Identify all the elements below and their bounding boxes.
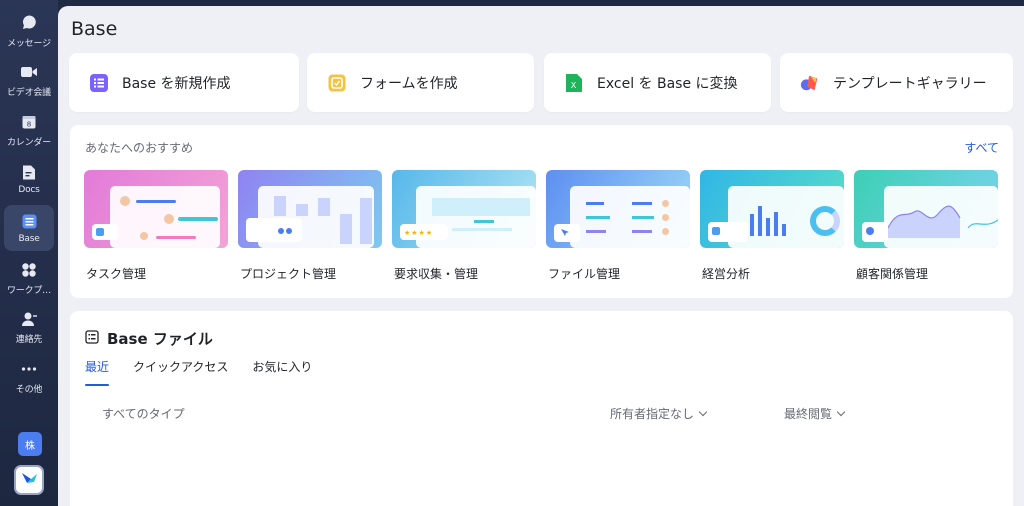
files-title: Base ファイル — [107, 330, 213, 348]
svg-text:X: X — [571, 81, 577, 90]
app-logo[interactable] — [14, 465, 44, 495]
convert-excel-button[interactable]: X Excel を Base に変換 — [544, 53, 771, 112]
template-gallery-button[interactable]: テンプレートギャラリー — [780, 53, 1013, 112]
page-title: Base — [71, 18, 118, 40]
org-badge[interactable]: 株 — [18, 432, 42, 456]
sort-dropdown[interactable]: 最終閲覧 — [784, 405, 846, 422]
sidebar-item-label: 連絡先 — [15, 334, 43, 345]
recommendations-title: あなたへのおすすめ — [85, 141, 194, 155]
more-icon — [20, 360, 38, 378]
quick-action-label: フォームを作成 — [360, 75, 458, 92]
main-content: Base Base を新規作成 フォームを作成 X Excel を Base に… — [58, 6, 1024, 506]
sidebar-item-calendar[interactable]: 8 カレンダー — [4, 107, 54, 153]
tab-recent[interactable]: 最近 — [85, 358, 110, 386]
template-name: 経営分析 — [702, 267, 751, 281]
type-filter[interactable]: すべてのタイプ — [102, 405, 185, 422]
docs-icon — [20, 163, 38, 181]
sidebar-item-label: ビデオ会議 — [6, 87, 51, 98]
sidebar: メッセージ ビデオ会議 8 カレンダー Docs Base ワークプ… 連絡先 — [0, 0, 58, 506]
type-filter-label: すべてのタイプ — [102, 407, 185, 421]
template-name: タスク管理 — [86, 267, 147, 281]
sidebar-item-contacts[interactable]: 連絡先 — [4, 304, 54, 350]
base-create-icon — [89, 73, 109, 93]
template-card-crm[interactable]: 顧客関係管理 — [854, 170, 998, 282]
files-header: Base ファイル — [85, 328, 213, 349]
files-tabs: 最近 クイックアクセス お気に入り — [85, 358, 336, 386]
sidebar-item-workplace[interactable]: ワークプ… — [4, 255, 54, 301]
sidebar-item-messages[interactable]: メッセージ — [4, 8, 54, 54]
sidebar-item-base[interactable]: Base — [4, 205, 54, 251]
sidebar-item-label: メッセージ — [7, 38, 51, 49]
workplace-icon — [20, 261, 38, 279]
quick-action-label: テンプレートギャラリー — [833, 75, 987, 92]
template-thumbnail — [700, 170, 844, 248]
sort-label: 最終閲覧 — [784, 407, 833, 421]
chevron-down-icon — [698, 407, 708, 417]
calendar-day: 8 — [27, 120, 31, 128]
sidebar-item-label: その他 — [15, 384, 43, 395]
sidebar-item-video[interactable]: ビデオ会議 — [4, 57, 54, 103]
owner-filter-dropdown[interactable]: 所有者指定なし — [610, 405, 708, 422]
template-thumbnail — [84, 170, 228, 248]
base-files-panel: Base ファイル 最近 クイックアクセス お気に入り すべてのタイプ 所有者指… — [70, 311, 1013, 506]
chat-icon — [20, 14, 38, 32]
sidebar-item-label: Base — [18, 234, 40, 244]
template-thumbnail — [238, 170, 382, 248]
template-card-analysis[interactable]: 経営分析 — [700, 170, 844, 282]
excel-icon: X — [564, 73, 584, 93]
sidebar-item-more[interactable]: その他 — [4, 354, 54, 400]
create-form-button[interactable]: フォームを作成 — [307, 53, 534, 112]
template-card-files[interactable]: ファイル管理 — [546, 170, 690, 282]
owner-filter-label: 所有者指定なし — [610, 407, 695, 421]
tab-quick-access[interactable]: クイックアクセス — [133, 358, 228, 386]
template-name: 顧客関係管理 — [856, 267, 929, 281]
sidebar-item-label: Docs — [18, 185, 40, 195]
template-card-requirements[interactable]: ★★★★ 要求収集・管理 — [392, 170, 536, 282]
template-gallery-icon — [800, 73, 820, 93]
calendar-icon: 8 — [20, 113, 38, 131]
recommendations-panel: あなたへのおすすめ すべて タスク管理 プロジェクト管理 ★★★★ 要求収集・管… — [70, 125, 1013, 298]
tab-favorites[interactable]: お気に入り — [252, 358, 312, 386]
template-name: ファイル管理 — [548, 267, 621, 281]
template-thumbnail — [546, 170, 690, 248]
quick-action-label: Base を新規作成 — [122, 75, 231, 92]
contacts-icon — [20, 310, 38, 328]
chevron-down-icon — [836, 407, 846, 417]
template-card-task[interactable]: タスク管理 — [84, 170, 228, 282]
lark-logo-icon — [20, 470, 38, 490]
sidebar-item-label: カレンダー — [6, 137, 51, 148]
sidebar-item-label: ワークプ… — [6, 285, 51, 296]
template-name: プロジェクト管理 — [240, 267, 337, 281]
quick-action-label: Excel を Base に変換 — [597, 75, 738, 92]
create-base-button[interactable]: Base を新規作成 — [69, 53, 299, 112]
base-icon — [20, 212, 38, 230]
see-all-link[interactable]: すべて — [964, 139, 999, 156]
sidebar-item-docs[interactable]: Docs — [4, 156, 54, 202]
list-icon — [85, 329, 99, 348]
form-icon — [327, 73, 347, 93]
template-name: 要求収集・管理 — [394, 267, 479, 281]
video-icon — [20, 63, 38, 81]
template-thumbnail: ★★★★ — [392, 170, 536, 248]
template-thumbnail — [854, 170, 998, 248]
template-card-project[interactable]: プロジェクト管理 — [238, 170, 382, 282]
